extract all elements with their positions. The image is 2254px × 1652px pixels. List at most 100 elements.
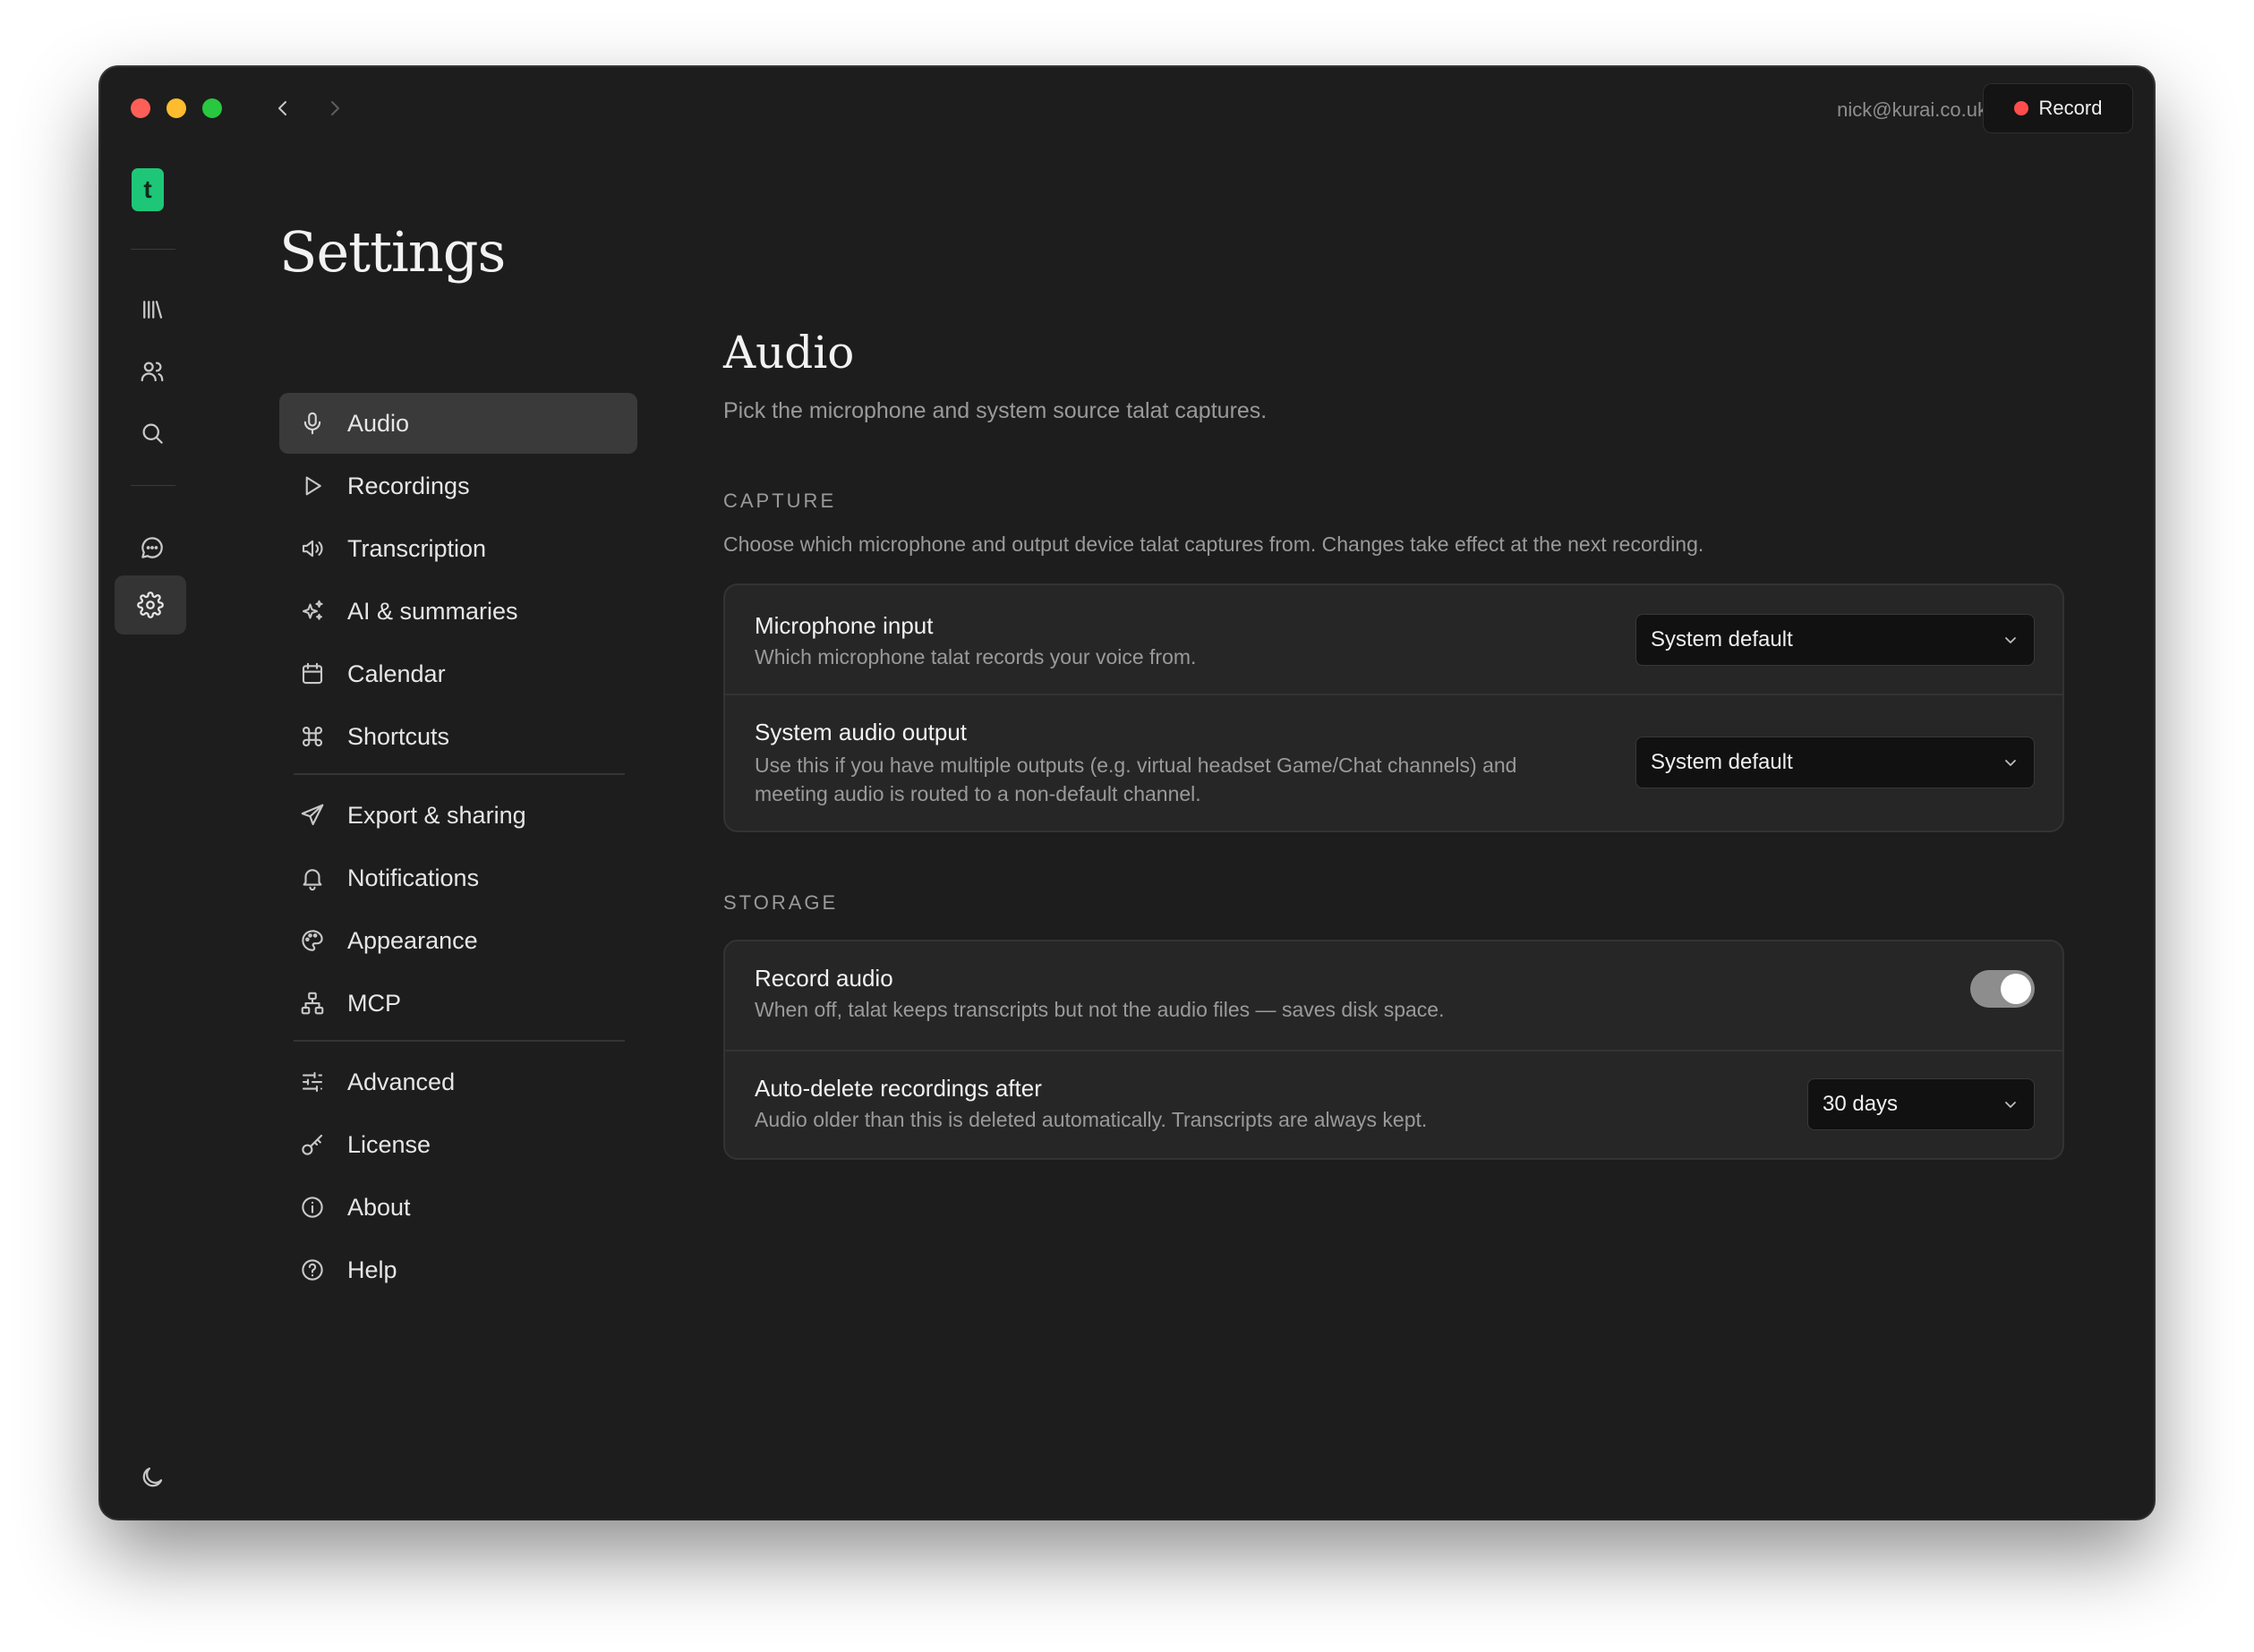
- app-window: nick@kurai.co.uk Record t Settings Audio…: [100, 67, 2154, 1519]
- page-subtitle: Pick the microphone and system source ta…: [723, 398, 1268, 423]
- rail-chat[interactable]: [132, 528, 172, 567]
- rail-library[interactable]: [132, 290, 172, 329]
- back-button[interactable]: [267, 92, 299, 124]
- capture-card: Microphone input Which microphone talat …: [723, 583, 2064, 832]
- chevron-right-icon: [331, 101, 339, 115]
- zoom-window-button[interactable]: [202, 98, 222, 118]
- gear-icon: [137, 592, 164, 618]
- microphone-icon: [297, 408, 328, 439]
- auto-delete-row: Auto-delete recordings after Audio older…: [725, 1050, 2062, 1158]
- rail-settings[interactable]: [115, 575, 186, 634]
- settings-title: Settings: [279, 219, 506, 285]
- nav-item-notifications[interactable]: Notifications: [279, 847, 637, 908]
- nav-item-transcription[interactable]: Transcription: [279, 518, 637, 579]
- chat-icon: [141, 537, 163, 558]
- close-window-button[interactable]: [131, 98, 150, 118]
- system-audio-output-row: System audio output Use this if you have…: [725, 694, 2062, 830]
- network-icon: [297, 988, 328, 1018]
- page-title: Audio: [723, 327, 855, 379]
- nav-item-help[interactable]: Help: [279, 1239, 637, 1300]
- people-icon: [141, 362, 164, 382]
- chevron-down-icon: [2005, 1102, 2016, 1108]
- auto-delete-title: Auto-delete recordings after: [755, 1075, 1042, 1102]
- nav-item-recordings[interactable]: Recordings: [279, 456, 637, 516]
- library-icon: [143, 301, 163, 319]
- nav-item-license[interactable]: License: [279, 1114, 637, 1175]
- auto-delete-description: Audio older than this is deleted automat…: [755, 1108, 1428, 1131]
- system-audio-output-value: System default: [1651, 750, 1793, 774]
- nav-label: AI & summaries: [347, 597, 518, 625]
- microphone-input-value: System default: [1651, 627, 1793, 651]
- microphone-input-description: Which microphone talat records your voic…: [755, 645, 1197, 668]
- rail-search[interactable]: [132, 413, 172, 453]
- section-description-capture: Choose which microphone and output devic…: [723, 532, 1704, 556]
- nav-label: About: [347, 1193, 411, 1221]
- system-audio-output-select[interactable]: System default: [1635, 737, 2035, 788]
- app-logo[interactable]: t: [132, 168, 164, 211]
- system-audio-output-description-line1: Use this if you have multiple outputs (e…: [755, 754, 1517, 777]
- nav-item-ai-summaries[interactable]: AI & summaries: [279, 581, 637, 642]
- theme-toggle[interactable]: [132, 1458, 172, 1497]
- nav-label: Advanced: [347, 1068, 456, 1095]
- sliders-icon: [297, 1067, 328, 1097]
- system-audio-output-description-line2: meeting audio is routed to a non-default…: [755, 782, 1201, 805]
- rail-people[interactable]: [132, 352, 172, 391]
- rail-divider: [131, 249, 175, 250]
- record-audio-description: When off, talat keeps transcripts but no…: [755, 998, 1445, 1021]
- nav-item-appearance[interactable]: Appearance: [279, 910, 637, 971]
- nav-label: Appearance: [347, 926, 478, 954]
- section-label-capture: CAPTURE: [723, 490, 837, 512]
- nav-item-calendar[interactable]: Calendar: [279, 643, 637, 704]
- forward-button[interactable]: [319, 92, 351, 124]
- minimize-window-button[interactable]: [166, 98, 186, 118]
- nav-label: Notifications: [347, 864, 480, 891]
- microphone-input-select[interactable]: System default: [1635, 614, 2035, 666]
- microphone-input-row: Microphone input Which microphone talat …: [725, 585, 2062, 694]
- nav-item-advanced[interactable]: Advanced: [279, 1052, 637, 1112]
- play-icon: [297, 471, 328, 501]
- bell-icon: [297, 863, 328, 893]
- info-icon: [297, 1192, 328, 1222]
- nav-item-mcp[interactable]: MCP: [279, 973, 637, 1034]
- nav-label: License: [347, 1130, 431, 1158]
- record-audio-title: Record audio: [755, 965, 893, 992]
- chevron-down-icon: [2005, 760, 2016, 766]
- microphone-input-title: Microphone input: [755, 612, 934, 639]
- sparkles-icon: [297, 596, 328, 626]
- speaker-icon: [297, 533, 328, 564]
- chevron-left-icon: [278, 101, 286, 115]
- moon-icon: [142, 1467, 163, 1487]
- nav-divider: [294, 773, 625, 775]
- nav-item-shortcuts[interactable]: Shortcuts: [279, 706, 637, 767]
- palette-icon: [297, 925, 328, 956]
- nav-label: Audio: [347, 409, 410, 437]
- chevron-down-icon: [2005, 637, 2016, 643]
- nav-label: Export & sharing: [347, 801, 526, 829]
- help-icon: [297, 1255, 328, 1285]
- auto-delete-value: 30 days: [1823, 1092, 1899, 1116]
- calendar-icon: [297, 659, 328, 689]
- system-audio-output-title: System audio output: [755, 719, 968, 745]
- search-icon: [142, 423, 163, 444]
- rail-divider: [131, 485, 175, 486]
- nav-label: Help: [347, 1256, 397, 1283]
- audio-settings-panel: Audio Pick the microphone and system sou…: [723, 67, 2066, 1519]
- logo-letter: t: [143, 175, 152, 203]
- nav-divider: [294, 1040, 625, 1042]
- nav-label: Transcription: [347, 534, 487, 562]
- record-audio-row: Record audio When off, talat keeps trans…: [725, 941, 2062, 1050]
- command-icon: [297, 721, 328, 752]
- send-icon: [297, 800, 328, 830]
- section-label-storage: STORAGE: [723, 891, 839, 914]
- nav-item-audio[interactable]: Audio: [279, 393, 637, 454]
- key-icon: [297, 1129, 328, 1160]
- nav-label: Recordings: [347, 472, 470, 499]
- auto-delete-select[interactable]: 30 days: [1807, 1078, 2035, 1130]
- nav-label: Calendar: [347, 660, 446, 687]
- nav-label: Shortcuts: [347, 722, 450, 750]
- storage-card: Record audio When off, talat keeps trans…: [723, 940, 2064, 1160]
- nav-item-about[interactable]: About: [279, 1177, 637, 1238]
- record-audio-toggle[interactable]: [1970, 970, 2035, 1008]
- nav-label: MCP: [347, 989, 401, 1017]
- nav-item-export-sharing[interactable]: Export & sharing: [279, 785, 637, 846]
